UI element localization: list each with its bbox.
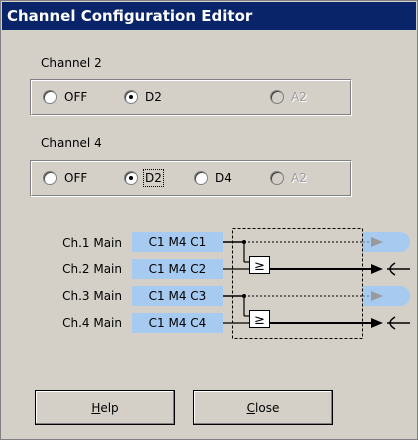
channel-configuration-window: Channel Configuration Editor Channel 2 O… <box>0 0 418 440</box>
routing-wires: ≥ ≥ <box>223 228 410 339</box>
close-button[interactable]: Close <box>193 390 333 425</box>
close-button-accelerator: C <box>246 400 256 415</box>
gray-arrow-icon <box>371 237 383 247</box>
comparator-symbol: ≥ <box>254 313 265 328</box>
help-button[interactable]: Help <box>35 390 175 425</box>
comparator-symbol: ≥ <box>254 259 265 274</box>
close-button-label: lose <box>255 400 280 415</box>
black-arrow-icon <box>371 264 383 274</box>
black-arrow-icon <box>371 318 383 328</box>
help-button-label: elp <box>100 400 119 415</box>
gray-arrow-icon <box>371 291 383 301</box>
help-button-accelerator: H <box>91 400 101 415</box>
